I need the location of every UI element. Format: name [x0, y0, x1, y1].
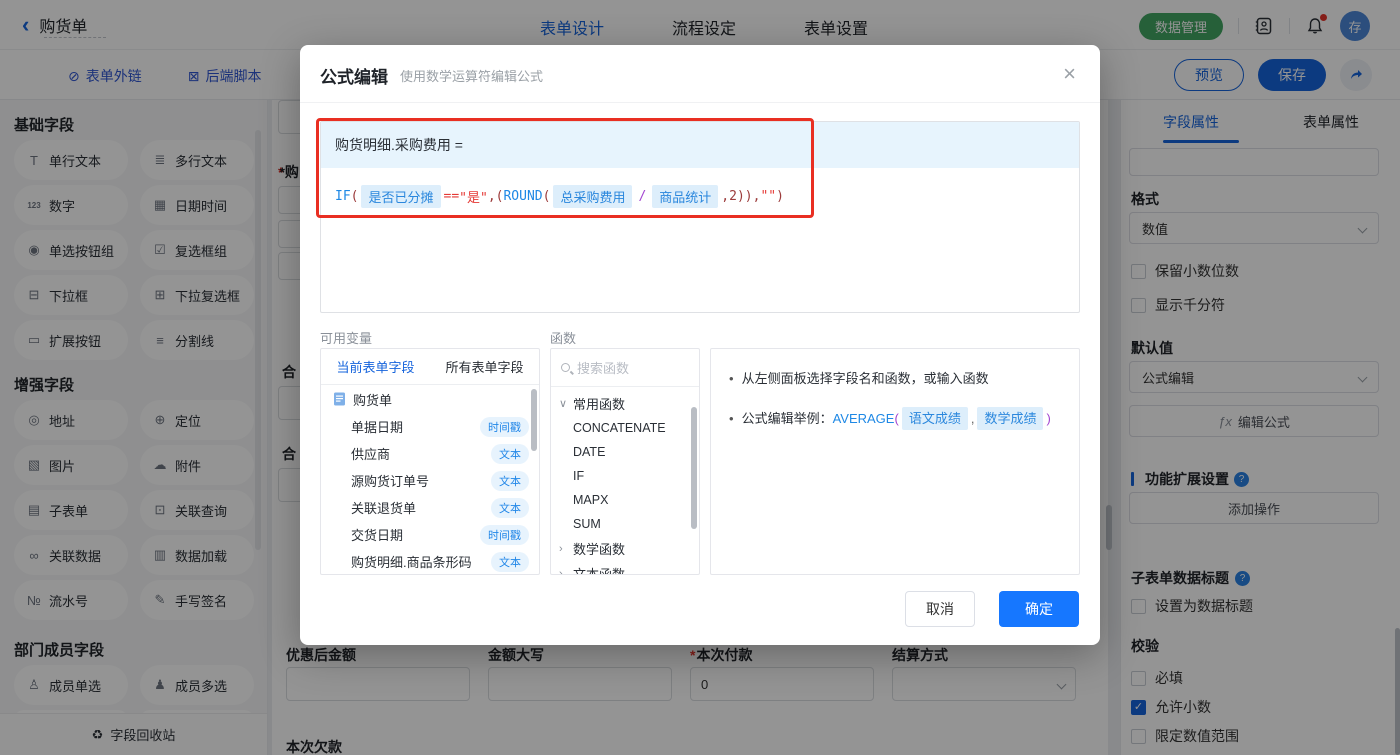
formula-token-divide: / [638, 189, 647, 204]
formula-token-string-yes: "是" [459, 191, 488, 206]
cancel-button[interactable]: 取消 [905, 591, 975, 627]
variable-item-document-date[interactable]: 单据日期 时间戳 [321, 413, 539, 440]
function-item-concatenate[interactable]: CONCATENATE [551, 416, 699, 440]
app-root: ‹ 购货单 表单设计 流程设定 表单设置 数据管理 存 ⊘ 表单外链 ⊠ 后端脚… [0, 0, 1400, 755]
formula-token-round: ROUND [503, 189, 543, 204]
function-group-common[interactable]: ∨ 常用函数 [551, 391, 699, 416]
function-group-math[interactable]: › 数学函数 [551, 536, 699, 561]
search-placeholder: 搜索函数 [577, 361, 630, 376]
variables-panel: 当前表单字段 所有表单字段 购货单 单据日期 时间戳 供应商 文本 源购货订单号 文本… [320, 348, 540, 575]
formula-token-paren: ) [776, 189, 784, 204]
tree-root-form[interactable]: 购货单 [321, 385, 539, 413]
field-chip-total-purchase-cost[interactable]: 总采购费用 [553, 185, 633, 208]
variables-tabs: 当前表单字段 所有表单字段 [321, 349, 539, 385]
example-chip-math-score: 数学成绩 [977, 406, 1044, 430]
formula-token-if: IF [335, 189, 351, 204]
tree-root-label: 购货单 [353, 392, 393, 408]
formula-expression[interactable]: IF ( 是否已分摊 == "是" , ( ROUND ( 总采购费用 / 商品… [321, 168, 1079, 225]
type-badge: 文本 [491, 443, 529, 464]
formula-token-paren: ( [350, 189, 359, 204]
formula-editor[interactable]: 购货明细.采购费用 = IF ( 是否已分摊 == "是" , ( ROUND … [320, 121, 1080, 313]
variable-item-return-order[interactable]: 关联退货单 文本 [321, 494, 539, 521]
chevron-right-icon: › [559, 567, 563, 575]
formula-token-empty-string: "" [760, 189, 777, 204]
field-chip-is-allocated[interactable]: 是否已分摊 [361, 185, 441, 208]
function-item-date[interactable]: DATE [551, 440, 699, 464]
tips-panel: • 从左侧面板选择字段名和函数，或输入函数 • 公式编辑举例： AVERAGE … [710, 348, 1080, 575]
search-icon [561, 363, 570, 372]
formula-token-paren: ( [542, 189, 551, 204]
formula-target: 购货明细.采购费用 = [321, 122, 1079, 168]
field-chip-product-count[interactable]: 商品统计 [652, 185, 719, 208]
dialog-subtitle: 使用数学运算符编辑公式 [400, 69, 544, 84]
function-item-mapx[interactable]: MAPX [551, 488, 699, 512]
function-item-if[interactable]: IF [551, 464, 699, 488]
dialog-title: 公式编辑 [320, 68, 388, 87]
formula-token-close: ,2)), [721, 189, 761, 204]
variable-item-barcode[interactable]: 购货明细.商品条形码 文本 [321, 548, 539, 574]
function-item-sum[interactable]: SUM [551, 512, 699, 536]
variable-item-source-order[interactable]: 源购货订单号 文本 [321, 467, 539, 494]
formula-token-paren: ( [495, 189, 504, 204]
chevron-down-icon: ∨ [559, 398, 568, 410]
type-badge: 时间戳 [480, 524, 529, 545]
tip-line-1: • 从左侧面板选择字段名和函数，或输入函数 [729, 369, 1061, 389]
formula-token-comma: , [487, 189, 496, 204]
variable-item-delivery-date[interactable]: 交货日期 时间戳 [321, 521, 539, 548]
tab-all-form-fields[interactable]: 所有表单字段 [430, 349, 539, 384]
confirm-button[interactable]: 确定 [999, 591, 1079, 627]
type-badge: 文本 [491, 470, 529, 491]
functions-scrollbar[interactable] [691, 407, 697, 529]
tab-current-form-fields[interactable]: 当前表单字段 [321, 349, 430, 384]
function-search-input[interactable]: 搜索函数 [551, 349, 699, 387]
chevron-right-icon: › [559, 542, 563, 555]
bullet-icon: • [729, 371, 734, 386]
document-icon [334, 392, 345, 406]
variable-item-supplier[interactable]: 供应商 文本 [321, 440, 539, 467]
bullet-icon: • [729, 410, 734, 426]
tip-line-2: • 公式编辑举例： AVERAGE ( 语文成绩 , 数学成绩 ) [729, 406, 1061, 430]
variables-scrollbar[interactable] [531, 389, 537, 451]
variables-label: 可用变量 [320, 331, 373, 346]
functions-panel: 搜索函数 ∨ 常用函数 CONCATENATE DATE IF MAPX SUM… [550, 348, 700, 575]
type-badge: 文本 [491, 551, 529, 572]
header-divider [300, 102, 1100, 103]
type-badge: 文本 [491, 497, 529, 518]
close-icon[interactable]: × [1063, 63, 1076, 85]
formula-token-eq: == [443, 189, 460, 204]
type-badge: 时间戳 [480, 416, 529, 437]
functions-label: 函数 [550, 331, 577, 346]
example-chip-chinese-score: 语文成绩 [901, 406, 968, 430]
formula-edit-dialog: 公式编辑 使用数学运算符编辑公式 × 购货明细.采购费用 = IF ( 是否已分… [300, 45, 1100, 645]
example-function-name: AVERAGE [832, 410, 895, 426]
function-group-text[interactable]: › 文本函数 [551, 561, 699, 575]
